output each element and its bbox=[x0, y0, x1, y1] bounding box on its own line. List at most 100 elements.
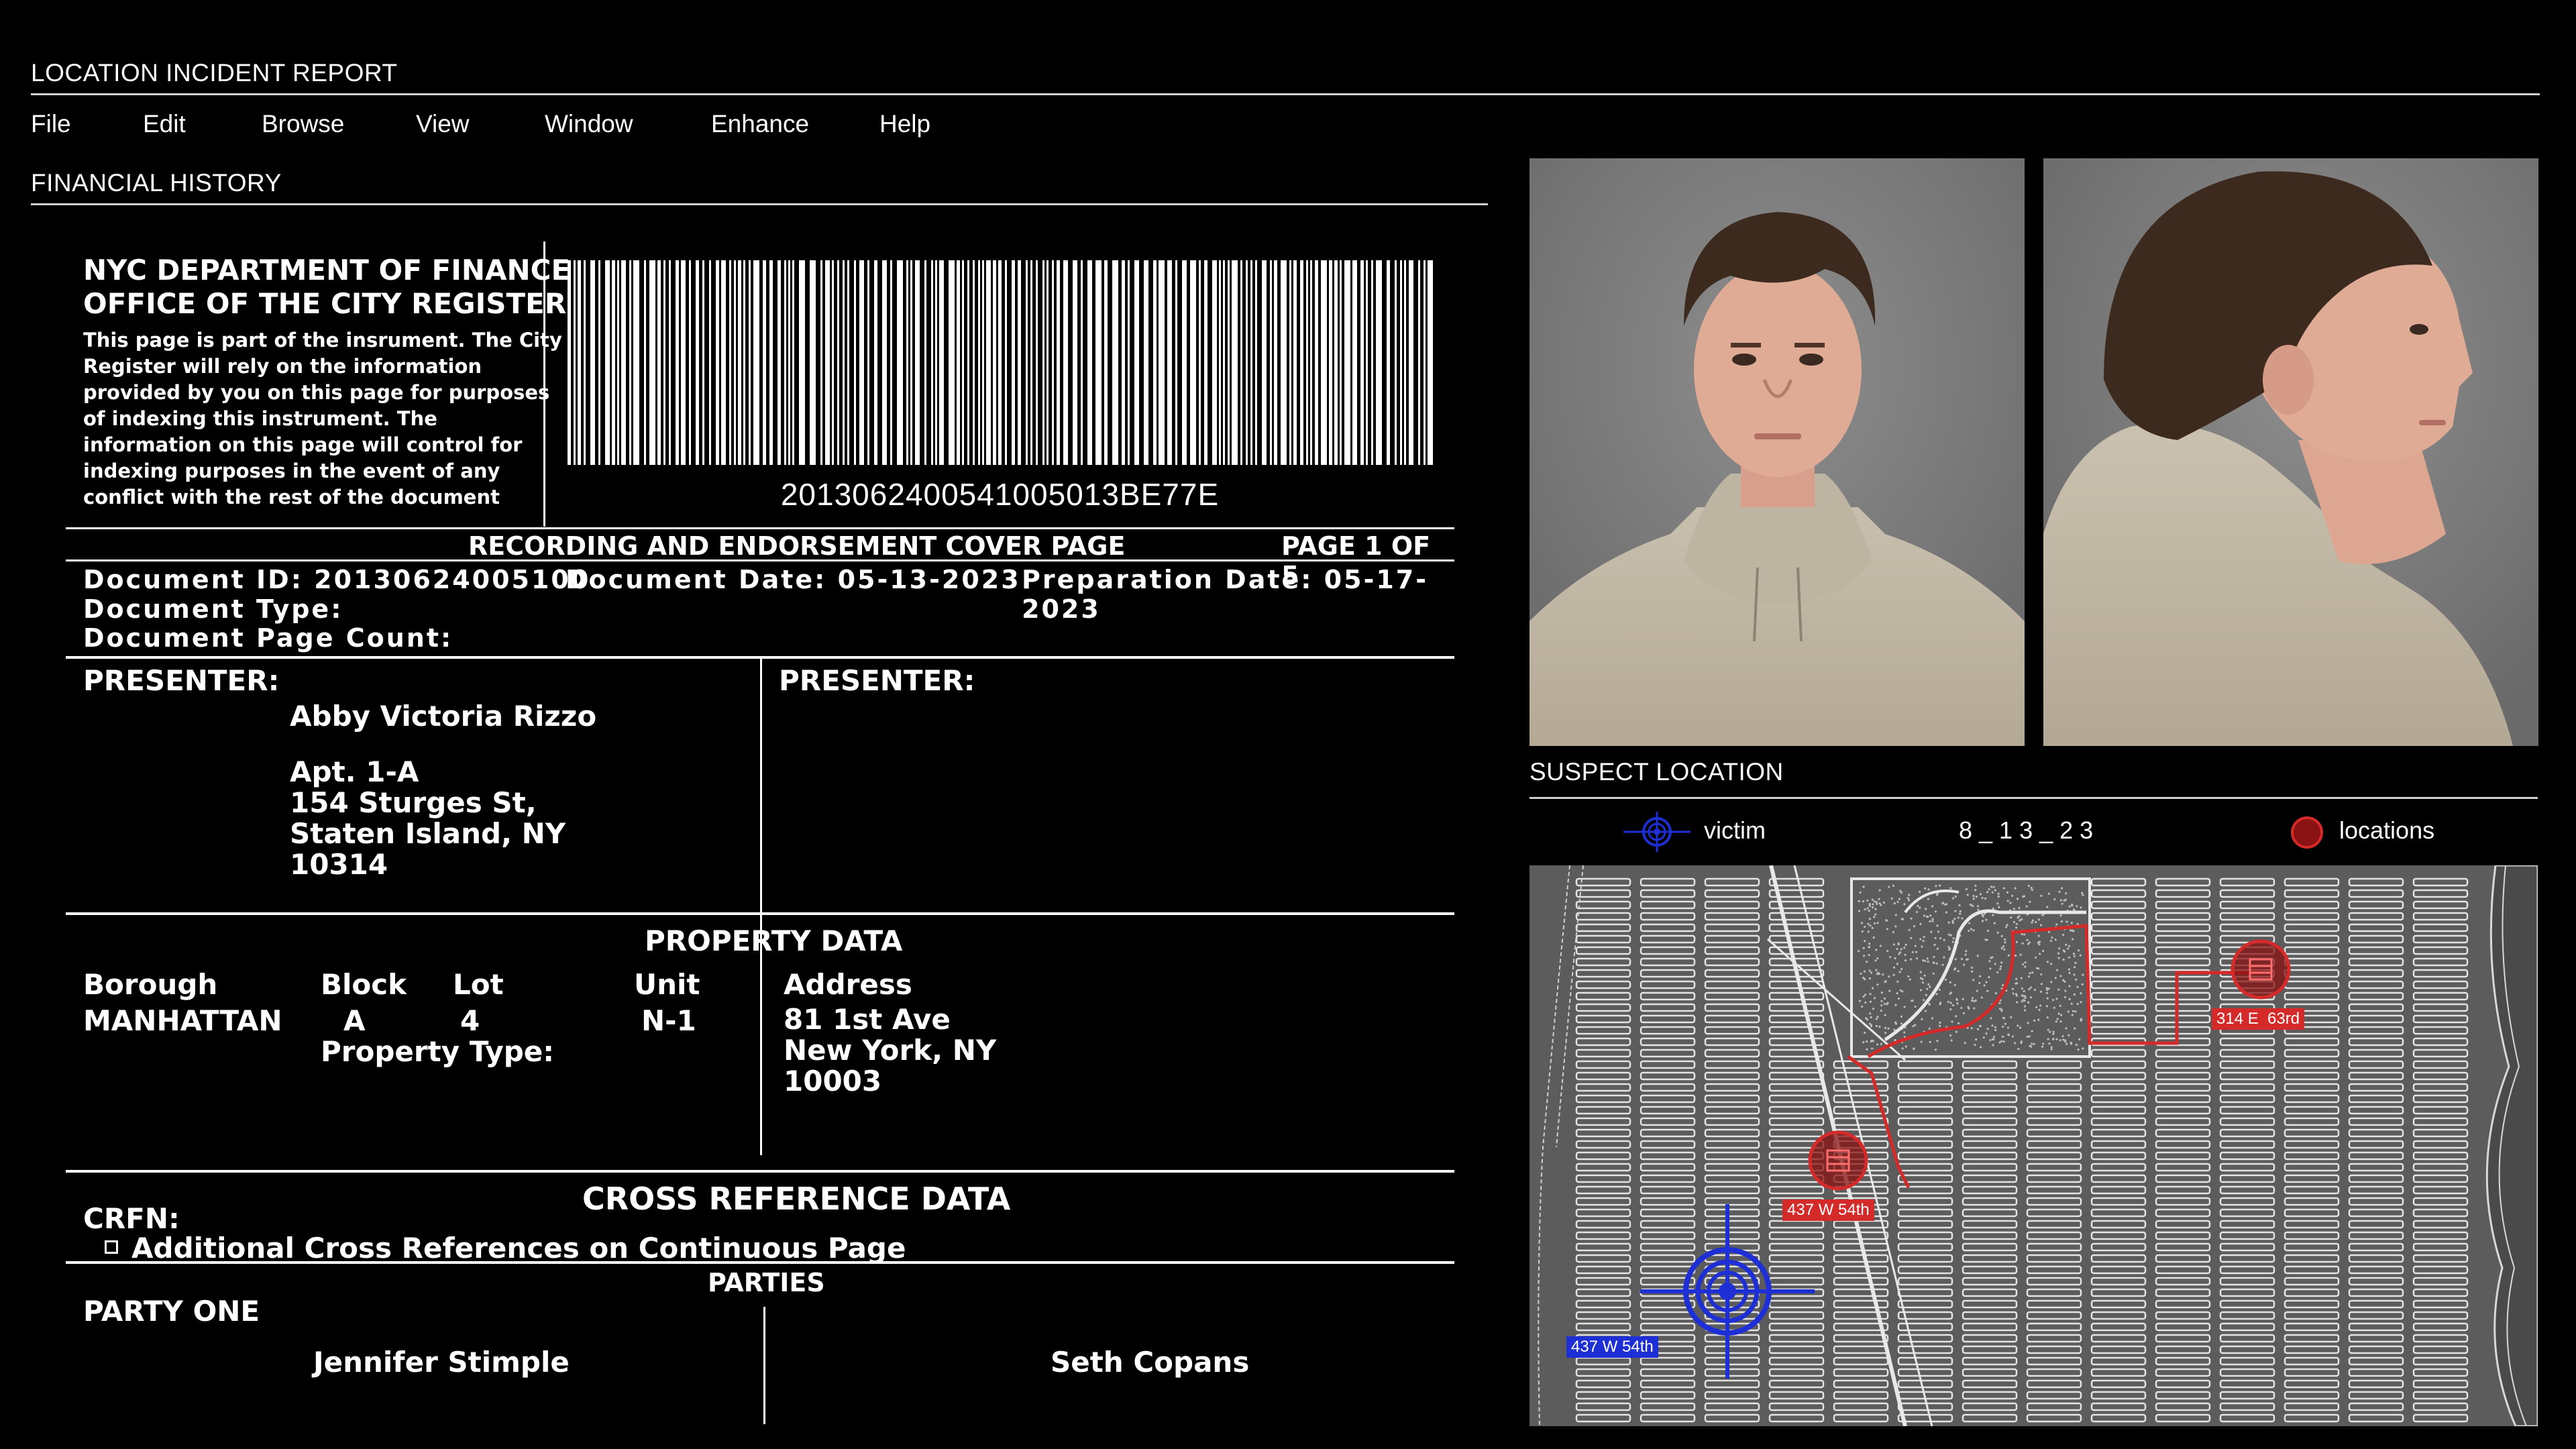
menu-file[interactable]: File bbox=[31, 110, 71, 138]
map-block bbox=[2090, 1185, 2147, 1195]
barcode-bar bbox=[1352, 260, 1357, 465]
map-block bbox=[2026, 1391, 2082, 1400]
park-texture-dot bbox=[2073, 966, 2076, 969]
map-block bbox=[2284, 1140, 2340, 1149]
map-block bbox=[2348, 1254, 2404, 1263]
park-texture-dot bbox=[1900, 1022, 1903, 1025]
map-block bbox=[1768, 912, 1825, 921]
park-texture-dot bbox=[1921, 978, 1924, 981]
map-block bbox=[1768, 900, 1825, 910]
map-block bbox=[1897, 1071, 1953, 1081]
map-block bbox=[1575, 1356, 1631, 1366]
park-texture-dot bbox=[2045, 1005, 2048, 1008]
park-texture-dot bbox=[2000, 961, 2003, 964]
location-marker-icon-2[interactable] bbox=[1805, 1127, 1872, 1194]
park-texture-dot bbox=[2016, 898, 2019, 900]
park-texture-dot bbox=[2013, 1042, 2017, 1044]
map-block bbox=[2284, 1197, 2340, 1206]
map-block bbox=[2090, 1071, 2147, 1081]
park-texture-dot bbox=[1929, 1040, 1931, 1043]
map-block bbox=[1704, 1185, 1760, 1195]
checkbox-icon[interactable] bbox=[105, 1240, 118, 1254]
map-block bbox=[2219, 1151, 2275, 1161]
park-texture-dot bbox=[1937, 930, 1940, 933]
park-texture-dot bbox=[2021, 932, 2023, 936]
park-texture-dot bbox=[1986, 891, 1989, 894]
park-texture-dot bbox=[2063, 899, 2065, 902]
map-block bbox=[1897, 1311, 1953, 1320]
park-texture-dot bbox=[2012, 920, 2015, 923]
park-texture-dot bbox=[1878, 889, 1881, 892]
park-texture-dot bbox=[1935, 993, 1938, 996]
park-texture-dot bbox=[1931, 905, 1934, 908]
park-texture-dot bbox=[2051, 999, 2055, 1002]
document-id: Document ID: 20130624005100 bbox=[83, 565, 591, 594]
map-block bbox=[2155, 1026, 2211, 1035]
park-texture-dot bbox=[1919, 971, 1922, 973]
map-block bbox=[2026, 1060, 2082, 1069]
park-texture-dot bbox=[2027, 884, 2030, 888]
barcode-bar bbox=[973, 260, 975, 465]
map-block bbox=[2348, 923, 2404, 932]
barcode-bar bbox=[820, 260, 822, 465]
park-texture-dot bbox=[2020, 977, 2023, 979]
map-block bbox=[1704, 957, 1760, 967]
map-block bbox=[2348, 1049, 2404, 1058]
menu-help[interactable]: Help bbox=[879, 110, 930, 138]
park-texture-dot bbox=[1929, 985, 1931, 988]
park-texture-dot bbox=[2064, 989, 2067, 992]
map-block bbox=[2348, 1014, 2404, 1024]
barcode-bar bbox=[1204, 260, 1208, 465]
map-block bbox=[1704, 1083, 1760, 1092]
park-texture-dot bbox=[2019, 919, 2021, 922]
park-texture-dot bbox=[2058, 890, 2061, 893]
park-texture-dot bbox=[1864, 994, 1867, 996]
park-texture-dot bbox=[1950, 1039, 1953, 1042]
park-texture-dot bbox=[1927, 915, 1929, 918]
map-block bbox=[2026, 1288, 2082, 1297]
barcode-bar bbox=[1232, 260, 1238, 465]
barcode-bar bbox=[743, 260, 745, 465]
park-texture-dot bbox=[1907, 897, 1909, 900]
window-title: LOCATION INCIDENT REPORT bbox=[31, 59, 398, 87]
park-texture-dot bbox=[1973, 1007, 1976, 1010]
map-block bbox=[1962, 1174, 2018, 1183]
barcode-bar bbox=[1418, 260, 1420, 465]
location-marker-icon-1[interactable] bbox=[2227, 936, 2294, 1003]
map-block bbox=[2348, 934, 2404, 944]
park-texture-dot bbox=[1873, 997, 1876, 1000]
map-block bbox=[2155, 980, 2211, 989]
map-block bbox=[2026, 1083, 2082, 1092]
menu-view[interactable]: View bbox=[416, 110, 470, 138]
menu-window[interactable]: Window bbox=[545, 110, 633, 138]
park-texture-dot bbox=[1892, 884, 1895, 887]
menu-edit[interactable]: Edit bbox=[143, 110, 186, 138]
menu-enhance[interactable]: Enhance bbox=[711, 110, 809, 138]
park-texture-dot bbox=[2062, 979, 2065, 981]
map-block bbox=[1640, 1060, 1696, 1069]
park-texture-dot bbox=[1936, 1039, 1939, 1042]
park-texture-dot bbox=[2035, 921, 2037, 924]
park-texture-dot bbox=[1873, 916, 1876, 918]
menu-browse[interactable]: Browse bbox=[262, 110, 344, 138]
map-block bbox=[2348, 969, 2404, 978]
barcode-bar bbox=[617, 260, 619, 465]
park-texture-dot bbox=[2071, 904, 2074, 907]
barcode-bar bbox=[1289, 260, 1291, 465]
park-texture-dot bbox=[1894, 957, 1896, 960]
park-texture-dot bbox=[1858, 900, 1860, 902]
victim-target-icon[interactable] bbox=[1640, 1204, 1815, 1379]
map-block bbox=[2090, 1345, 2147, 1354]
park-texture-dot bbox=[2061, 902, 2063, 905]
map-block bbox=[1575, 1026, 1631, 1035]
map-block bbox=[1640, 1049, 1696, 1058]
barcode-bar bbox=[1212, 260, 1217, 465]
park-texture-dot bbox=[2059, 1014, 2063, 1016]
suspect-location-map[interactable]: 314 E 63rd 437 W 54th 437 W 54th bbox=[1529, 865, 2538, 1426]
map-block bbox=[2219, 1083, 2275, 1092]
park-texture-dot bbox=[2081, 892, 2084, 894]
barcode-bar bbox=[799, 260, 805, 465]
map-block bbox=[2284, 1242, 2340, 1252]
map-block bbox=[2090, 1094, 2147, 1104]
map-block bbox=[1897, 1356, 1953, 1366]
